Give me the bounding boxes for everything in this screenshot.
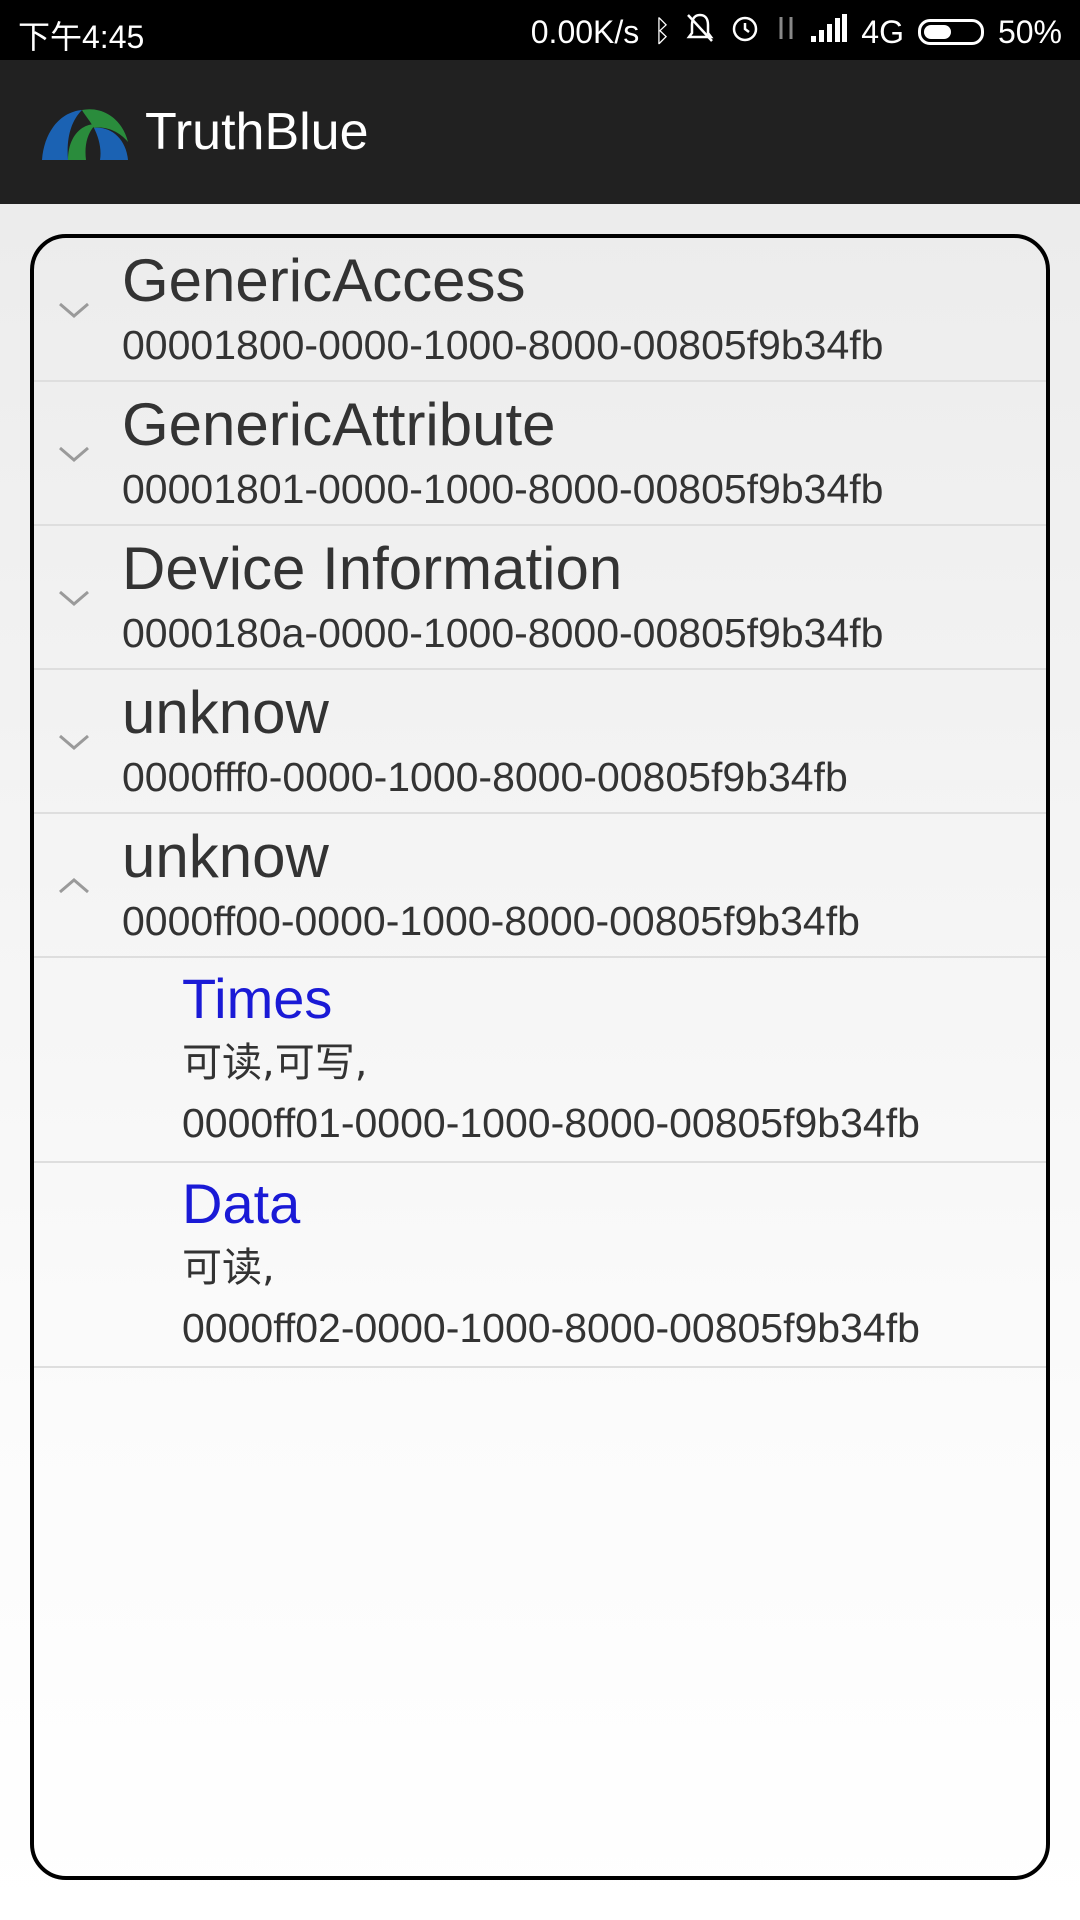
characteristic-item[interactable]: Times 可读,可写, 0000ff01-0000-1000-8000-008… (34, 958, 1046, 1163)
service-item-expanded[interactable]: unknow 0000ff00-0000-1000-8000-00805f9b3… (34, 814, 1046, 958)
status-bar: 下午4:45 0.00K/s ᛒ 4G 50% (0, 0, 1080, 60)
service-name: unknow (122, 679, 329, 746)
signal-type: 4G (861, 13, 904, 50)
service-item[interactable]: Device Information 0000180a-0000-1000-80… (34, 526, 1046, 670)
app-title: TruthBlue (145, 103, 369, 161)
service-name: GenericAccess (122, 247, 526, 314)
characteristic-item[interactable]: Data 可读, 0000ff02-0000-1000-8000-00805f9… (34, 1163, 1046, 1368)
network-speed: 0.00K/s (530, 13, 640, 50)
characteristic-properties: 可读, (182, 1245, 275, 1291)
service-uuid: 0000fff0-0000-1000-8000-00805f9b34fb (122, 754, 848, 800)
battery-percent: 50% (997, 13, 1062, 50)
characteristic-properties: 可读,可写, (182, 1040, 368, 1086)
chevron-down-icon (59, 590, 89, 606)
characteristic-name: Data (182, 1172, 301, 1235)
battery-fill (923, 25, 951, 39)
service-uuid: 0000180a-0000-1000-8000-00805f9b34fb (122, 610, 884, 656)
service-uuid: 00001801-0000-1000-8000-00805f9b34fb (122, 466, 884, 512)
chevron-down-icon (59, 446, 89, 462)
mute-bell-icon (685, 12, 715, 52)
status-icons: 0.00K/s ᛒ 4G 50% (531, 12, 1062, 52)
service-item[interactable]: GenericAccess 00001800-0000-1000-8000-00… (34, 238, 1046, 382)
signal-icon (811, 14, 848, 50)
battery-icon (917, 19, 984, 45)
status-time: 下午4:45 (18, 19, 145, 55)
service-name: Device Information (122, 535, 623, 602)
service-item[interactable]: GenericAttribute 00001801-0000-1000-8000… (34, 382, 1046, 526)
app-bar: TruthBlue (0, 60, 1080, 204)
service-item[interactable]: unknow 0000fff0-0000-1000-8000-00805f9b3… (34, 670, 1046, 814)
content-area: GenericAccess 00001800-0000-1000-8000-00… (0, 204, 1080, 1920)
characteristic-uuid: 0000ff01-0000-1000-8000-00805f9b34fb (182, 1100, 920, 1146)
service-uuid: 0000ff00-0000-1000-8000-00805f9b34fb (122, 898, 860, 944)
data-arrows-icon (775, 13, 797, 51)
service-name: GenericAttribute (122, 391, 556, 458)
chevron-up-icon (59, 878, 89, 894)
characteristic-uuid: 0000ff02-0000-1000-8000-00805f9b34fb (182, 1305, 920, 1351)
characteristic-name: Times (182, 967, 333, 1030)
alarm-icon (729, 12, 761, 52)
chevron-down-icon (59, 734, 89, 750)
service-name: unknow (122, 823, 329, 890)
services-list: GenericAccess 00001800-0000-1000-8000-00… (30, 234, 1050, 1880)
bluetooth-icon: ᛒ (653, 15, 672, 48)
app-logo-icon (42, 109, 128, 160)
service-uuid: 00001800-0000-1000-8000-00805f9b34fb (122, 322, 884, 368)
chevron-down-icon (59, 302, 89, 318)
